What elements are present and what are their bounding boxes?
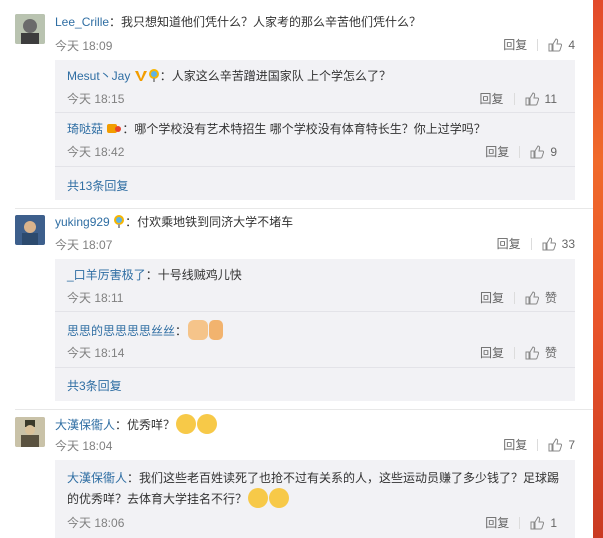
more-replies-link[interactable]: 共3条回复 (67, 377, 122, 394)
reply-button[interactable]: 回复 (503, 436, 527, 453)
thumbs-up-icon (525, 91, 539, 105)
action-divider (519, 145, 521, 158)
like-count: 赞 (544, 291, 557, 305)
reply-username[interactable]: 思思的思思思思丝丝 (67, 324, 175, 338)
reply-button[interactable]: 回复 (485, 143, 509, 160)
reply-item: _口羊厉害极了：十号线贼鸡儿快 今天 18:11 回复 赞 (67, 267, 575, 305)
action-divider (537, 38, 539, 51)
comment-divider (15, 208, 593, 209)
comment-divider (15, 409, 593, 410)
more-replies-link[interactable]: 共13条回复 (67, 177, 128, 194)
background-edge (593, 0, 603, 538)
avatar[interactable] (15, 417, 45, 447)
like-button[interactable]: 赞 (525, 289, 557, 306)
reply-button[interactable]: 回复 (480, 344, 504, 361)
like-count: 9 (550, 144, 557, 159)
reply-time: 今天 18:06 (67, 516, 125, 530)
thumbs-up-icon (548, 437, 563, 451)
reply-button[interactable]: 回复 (480, 90, 504, 107)
like-button[interactable]: 4 (548, 38, 575, 52)
reply-item: 大漢保衞人：我们这些老百姓读死了也抢不过有关系的人，这些运动员赚了多少钱了？足球… (67, 468, 575, 530)
reply-username[interactable]: 大漢保衞人 (67, 471, 127, 485)
comment-username[interactable]: 大漢保衞人 (55, 418, 115, 432)
comment-text: ：我只想知道他们凭什么？人家考的那么辛苦他们凭什么？ (109, 15, 422, 29)
reply-button[interactable]: 回复 (480, 289, 504, 306)
avatar[interactable] (15, 215, 45, 245)
reply-list: _口羊厉害极了：十号线贼鸡儿快 今天 18:11 回复 赞 思思的思思思思丝丝：… (55, 259, 575, 401)
reply-username[interactable]: Mesut丶Jay (67, 69, 130, 83)
thumbs-up-icon (525, 345, 539, 359)
action-divider (530, 237, 532, 250)
laughing-crying-emoji-icon (269, 488, 290, 508)
like-button[interactable]: 赞 (525, 344, 557, 361)
comment-username[interactable]: yuking929 (55, 215, 110, 229)
rainbow-badge-icon (148, 68, 160, 86)
reply-text-continued: 的优秀咩？去体育大学挂名不行？ (67, 492, 248, 506)
vip-badge-icon (134, 70, 148, 86)
action-divider (513, 92, 515, 105)
avatar[interactable] (15, 14, 45, 44)
action-divider (513, 346, 515, 359)
ok-hand-emoji-icon (188, 320, 209, 340)
reply-time: 今天 18:15 (67, 92, 125, 106)
reply-item: Mesut丶Jay ：人家这么辛苦蹭进国家队 上个学怎么了？ 今天 18:15 … (67, 68, 575, 106)
reply-text: ：十号线贼鸡儿快 (145, 268, 242, 282)
reply-text: ：哪个学校没有艺术特招生 哪个学校没有体育特长生？你上过学吗？ (122, 122, 486, 136)
like-count: 11 (544, 91, 557, 106)
thumbs-up-icon (525, 290, 539, 304)
action-divider (519, 516, 521, 529)
medal-badge-icon (106, 121, 122, 139)
reply-item: 琦哒菇 ：哪个学校没有艺术特招生 哪个学校没有体育特长生？你上过学吗？ 今天 1… (67, 121, 575, 159)
reply-time: 今天 18:42 (67, 145, 125, 159)
like-count: 1 (550, 515, 557, 530)
reply-divider (55, 112, 575, 113)
action-divider (513, 291, 515, 304)
comment-time: 今天 18:09 (55, 39, 113, 53)
like-count: 33 (561, 236, 575, 251)
dizzy-face-emoji-icon (197, 414, 218, 434)
reply-time: 今天 18:14 (67, 346, 125, 360)
thumbs-up-emoji-icon (209, 320, 224, 340)
thumbs-up-icon (530, 515, 545, 529)
thumbs-up-icon (542, 236, 556, 250)
like-button[interactable]: 33 (542, 237, 575, 251)
reply-item: 思思的思思思思丝丝： 今天 18:14 回复 赞 (67, 320, 575, 360)
comment-time: 今天 18:04 (55, 439, 113, 453)
action-divider (537, 438, 539, 451)
reply-username[interactable]: _口羊厉害极了 (67, 268, 146, 282)
comment-text: ：优秀咩？ (115, 418, 176, 432)
reply-text: ： (175, 324, 188, 338)
comment-time: 今天 18:07 (55, 238, 113, 252)
reply-list: 大漢保衞人：我们这些老百姓读死了也抢不过有关系的人，这些运动员赚了多少钱了？足球… (55, 460, 575, 538)
comment-text: ：付欢乘地铁到同济大学不堵车 (125, 215, 294, 229)
reply-username[interactable]: 琦哒菇 (67, 122, 103, 136)
reply-divider (55, 311, 575, 312)
reply-button[interactable]: 回复 (503, 36, 527, 53)
reply-list: Mesut丶Jay ：人家这么辛苦蹭进国家队 上个学怎么了？ 今天 18:15 … (55, 60, 575, 200)
reply-divider (55, 367, 575, 368)
reply-button[interactable]: 回复 (497, 235, 521, 252)
reply-text: ：我们这些老百姓读死了也抢不过有关系的人，这些运动员赚了多少钱了？足球踢 (127, 471, 560, 485)
like-count: 赞 (544, 346, 557, 360)
like-button[interactable]: 9 (530, 145, 557, 159)
dizzy-face-emoji-icon (176, 414, 197, 434)
reply-button[interactable]: 回复 (485, 514, 509, 531)
like-button[interactable]: 1 (530, 516, 557, 530)
thumbs-up-icon (530, 144, 545, 158)
like-count: 4 (568, 37, 575, 52)
thumbs-up-icon (548, 37, 563, 51)
like-button[interactable]: 11 (525, 92, 557, 106)
like-button[interactable]: 7 (548, 438, 575, 452)
reply-divider (55, 166, 575, 167)
like-count: 7 (568, 437, 575, 452)
laughing-crying-emoji-icon (248, 488, 269, 508)
reply-time: 今天 18:11 (67, 291, 124, 305)
comment-username[interactable]: Lee_Crille (55, 15, 109, 29)
rainbow-badge-icon (113, 214, 125, 232)
reply-text: ：人家这么辛苦蹭进国家队 上个学怎么了？ (159, 69, 392, 83)
